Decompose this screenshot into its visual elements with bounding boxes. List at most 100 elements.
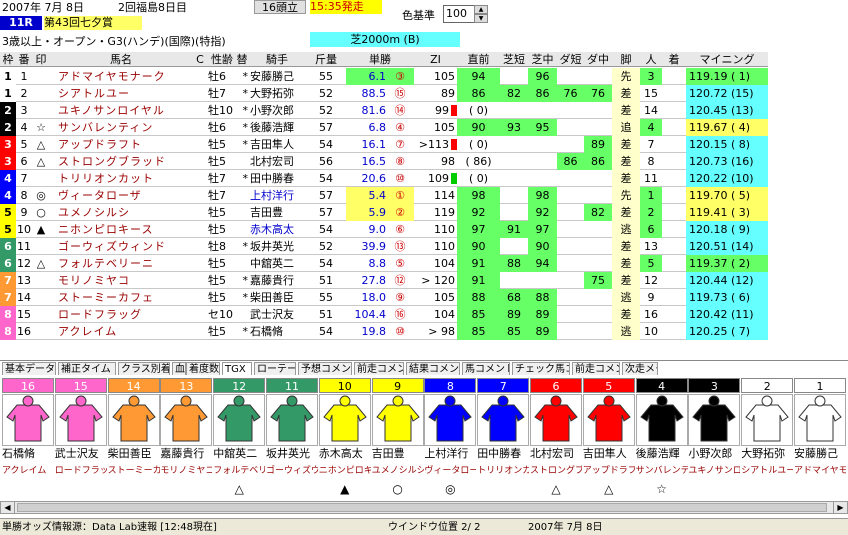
silk-jockey: 嘉藤貴行 [160,447,205,460]
column-header[interactable]: 芝短 [500,52,528,67]
jockey-silk-icon[interactable] [160,394,213,446]
popularity-rank: ⑩ [395,325,405,338]
column-header[interactable]: ダ中 [584,52,612,67]
horse-row[interactable]: 2 4 ☆ サンバレンティン 牡6 * 後藤浩輝 57 6.8 ④ 105 90 93 95 追 4 119.6… [0,119,768,136]
jockey-silk-icon[interactable] [688,394,741,446]
scroll-thumb[interactable] [17,503,827,512]
column-header[interactable]: 馬名 [50,52,192,67]
speed-choku: 90 [457,238,500,255]
horse-row[interactable]: 5 10 ▲ ニホンピロキース 牡5 赤木高太 54 9.0 ⑥ 110 97 91 97 逃 6 120.1… [0,221,768,238]
weight-carried: 54 [319,325,333,338]
horse-row[interactable]: 6 11 ゴーウィズウィンド 牡8 * 坂井英光 52 39.9 ⑬ 110 90 90 差 13 120.… [0,238,768,255]
cell [662,85,686,102]
tab-0[interactable]: 基本データ [2,362,56,375]
jockey-silk-icon[interactable] [530,394,582,446]
horse-row[interactable]: 5 9 ○ ユメノシルシ 牡5 吉田豊 57 5.9 ② 119 92 92 82 差 2 119.41 ( … [0,204,768,221]
column-header[interactable]: 脚 [612,52,640,67]
win-odds: 18.0 ⑨ [346,289,414,306]
tab-8[interactable]: 前走コメント [354,362,404,375]
jockey-silk-icon[interactable] [582,394,635,446]
silk-jockey: 武士沢友 [54,447,99,460]
column-header[interactable]: マイニング [686,52,768,67]
horse-row[interactable]: 7 13 モリノミヤコ 牡5 * 嘉藤貴行 51 27.8 ⑫ > 120 91 75 差 12 120.4… [0,272,768,289]
column-header[interactable]: 直前 [457,52,500,67]
scroll-right-icon[interactable]: ▶ [833,502,847,513]
horizontal-scrollbar[interactable]: ◀ ▶ [0,501,848,514]
horse-name: ユキノサンロイヤル [58,104,165,117]
tab-13[interactable]: 次走メモ [622,362,658,375]
tab-9[interactable]: 結果コメント [406,362,460,375]
tab-5[interactable]: TGX [222,362,252,375]
column-header[interactable]: 単勝 [346,52,414,67]
silk-mark [794,481,846,497]
jockey-change: * [242,121,249,134]
tab-3[interactable]: 血統 [172,362,186,375]
silk-horse: ユキノサンロイヤル [688,466,741,476]
column-header[interactable]: 斤量 [306,52,346,67]
speed-smid: 89 [528,323,557,340]
jockey-silk-icon[interactable] [54,394,107,446]
horse-row[interactable]: 4 7 トリリオンカット 牡7 * 田中勝春 54 20.6 ⑩ 109 ( 0) 差 11 120.22… [0,170,768,187]
horse-row[interactable]: 4 8 ◎ ヴィータローザ 牡7 上村洋行 57 5.4 ① 114 98 98 先 1 119.70 ( … [0,187,768,204]
tab-11[interactable]: チェック馬コメント [512,362,570,375]
column-header[interactable]: 替 [236,52,248,67]
speed-choku: 85 [457,306,500,323]
column-header[interactable]: 騎手 [248,52,306,67]
tab-2[interactable]: クラス別着順 [118,362,170,375]
column-header[interactable]: 枠 [0,52,16,67]
tab-4[interactable]: 着度数 [186,362,220,375]
column-header[interactable]: ダ短 [557,52,584,67]
jockey-silk-icon[interactable] [2,394,54,446]
jockey-silk-icon[interactable] [266,394,318,446]
prediction-mark [32,170,50,187]
horse-row[interactable]: 8 16 アクレイム 牡5 * 石橋脩 54 19.8 ⑩ > 98 85 85 89 逃 10 120.25… [0,323,768,340]
column-header[interactable]: 着 [662,52,686,67]
column-header[interactable]: 芝中 [528,52,557,67]
horse-name: サンバレンティン [58,121,154,134]
horse-row[interactable]: 3 6 △ ストロングブラッド 牡5 北村宏司 56 16.5 ⑧ 98( 86) 86 86 差 8 12… [0,153,768,170]
jockey-silk-icon[interactable] [477,394,530,446]
horse-row[interactable]: 7 14 ストーミーカフェ 牡5 * 柴田善臣 55 18.0 ⑨ 105 88 68 88 逃 9 119.… [0,289,768,306]
spin-down-button[interactable]: ▼ [474,14,488,23]
tab-7[interactable]: 予想コメント [298,362,352,375]
tab-1[interactable]: 補正タイム [58,362,116,375]
spin-up-button[interactable]: ▲ [474,5,488,14]
cell [192,306,208,323]
jockey-silk-icon[interactable] [371,394,424,446]
jockey-silk-icon[interactable] [794,394,846,446]
mining-index: 120.73 (16) [686,153,768,170]
jockey-silk-icon[interactable] [424,394,477,446]
speed-sst [500,68,528,85]
horse-row[interactable]: 2 3 ユキノサンロイヤル 牡10 * 小野次郎 52 81.6 ⑭ 99 ( 0) 差 14 120.4… [0,102,768,119]
column-header[interactable]: ZI [414,52,457,67]
speed-smid: 97 [528,221,557,238]
speed-smid: 95 [528,119,557,136]
odds-value: 8.8 [368,257,387,270]
column-header[interactable]: 性齢 [208,52,236,67]
horse-row[interactable]: 6 12 △ フォルテベリーニ 牡5 中舘英二 54 8.8 ⑤ 104 91 88 94 差 5 119.3… [0,255,768,272]
zi-index: 89 [441,87,455,100]
tab-6[interactable]: ローテーション [254,362,296,375]
jockey-silk-icon[interactable] [107,394,160,446]
column-header[interactable]: 印 [32,52,50,67]
speed-dst [557,68,584,85]
tab-10[interactable]: 馬コメント [462,362,510,375]
jockey-silk-icon[interactable] [213,394,266,446]
column-header[interactable]: C [192,52,208,67]
weight-carried: 54 [319,223,333,236]
column-header[interactable]: 人 [640,52,662,67]
horse-row[interactable]: 1 1 アドマイヤモナーク 牡6 * 安藤勝己 55 6.1 ③ 105 94 96 先 3 119.19 … [0,68,768,85]
jockey-silk-icon[interactable] [635,394,688,446]
scroll-left-icon[interactable]: ◀ [1,502,15,513]
horse-row[interactable]: 8 15 ロードフラッグ セ10 武士沢友 51 104.4 ⑯ 104 85 89 89 差 16 120… [0,306,768,323]
horse-row[interactable]: 3 5 △ アップドラフト 牡5 * 吉田隼人 54 16.1 ⑦ >113 ( 0) 89 差 7 120.… [0,136,768,153]
jockey-silk-icon[interactable] [741,394,794,446]
sex-age: 牡6 [208,121,226,134]
weight-carried: 56 [319,155,333,168]
tab-12[interactable]: 前走コメント [572,362,620,375]
popularity: 2 [640,204,662,221]
horse-row[interactable]: 1 2 シアトルユー 牡7 * 大野拓弥 52 88.5 ⑮ 89 86 82 86 76 76 差 15 120… [0,85,768,102]
column-header[interactable]: 番 [16,52,32,67]
jockey-silk-icon[interactable] [318,394,371,446]
silk-number: 8 [424,378,477,393]
